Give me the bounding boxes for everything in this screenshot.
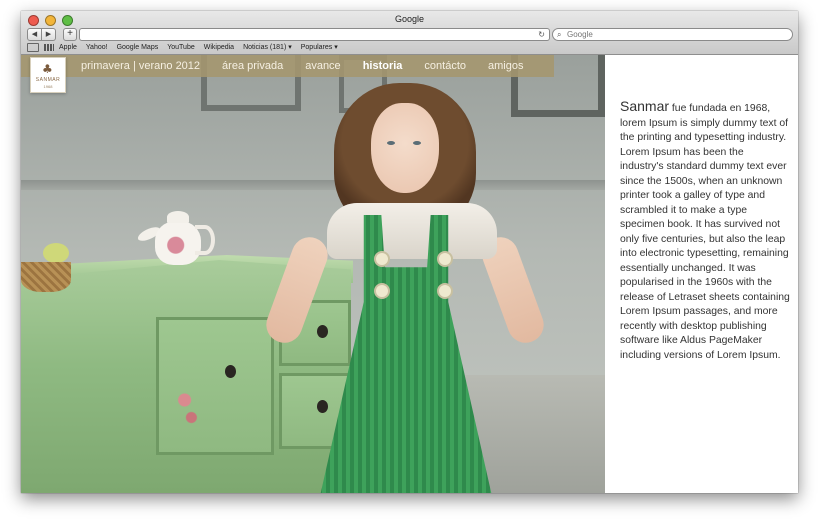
- wicker-basket: [21, 262, 71, 292]
- history-buttons: ◀ ▶: [27, 28, 56, 41]
- top-sites-grid-icon[interactable]: [44, 43, 54, 51]
- bookmarks-bar: Apple Yahoo! Google Maps YouTube Wikiped…: [27, 42, 347, 52]
- back-arrow-icon: ◀: [31, 31, 38, 38]
- dress-button: [374, 251, 390, 267]
- bookmarks-book-icon[interactable]: [27, 42, 39, 52]
- dresser-drawer: [156, 317, 274, 455]
- menu-item-area-privada[interactable]: área privada: [222, 60, 283, 72]
- brand-name: Sanmar: [620, 98, 670, 114]
- search-field[interactable]: ⌕: [552, 28, 793, 41]
- menu-item-amigos[interactable]: amigos: [488, 60, 523, 72]
- address-bar[interactable]: ↻: [79, 28, 550, 41]
- site-logo[interactable]: ♣ SANMAR 1968: [30, 57, 66, 93]
- bookmark-item[interactable]: Yahoo!: [86, 44, 108, 51]
- menu-item-primavera-verano[interactable]: primavera | verano 2012: [81, 60, 200, 72]
- logo-brand: SANMAR: [35, 77, 61, 83]
- search-input[interactable]: [567, 29, 777, 40]
- add-bookmark-button[interactable]: +: [63, 28, 77, 41]
- teapot: [136, 205, 215, 269]
- history-body: fue fundada en 1968, lorem Ipsum is simp…: [620, 103, 790, 361]
- logo-year: 1968: [43, 84, 53, 89]
- toy-chick: [43, 243, 69, 263]
- drawer-knob: [225, 365, 236, 378]
- drawer-knob: [317, 325, 328, 338]
- bookmark-item[interactable]: Apple: [59, 44, 77, 51]
- girl-blouse: [327, 203, 497, 259]
- web-content: primavera | verano 2012 área privada ava…: [21, 55, 798, 493]
- dress-button: [437, 251, 453, 267]
- site-navigation: primavera | verano 2012 área privada ava…: [21, 55, 554, 77]
- forward-arrow-icon: ▶: [45, 31, 52, 38]
- forward-button[interactable]: ▶: [42, 28, 56, 41]
- bookmark-item[interactable]: Noticias (181) ▾: [243, 43, 292, 51]
- browser-titlebar: Google ◀ ▶ + ↻ ⌕ Apple Yahoo! Google Map…: [21, 11, 798, 55]
- bookmark-item[interactable]: Populares ▾: [301, 43, 338, 51]
- girl-face: [371, 103, 439, 193]
- hero-photo: primavera | verano 2012 área privada ava…: [21, 55, 605, 493]
- bookmark-item[interactable]: YouTube: [167, 44, 195, 51]
- back-button[interactable]: ◀: [27, 28, 42, 41]
- dress-button: [437, 283, 453, 299]
- site-menu: primavera | verano 2012 área privada ava…: [81, 55, 545, 77]
- reload-icon[interactable]: ↻: [538, 29, 545, 40]
- menu-item-historia[interactable]: historia: [363, 60, 403, 72]
- plus-icon: +: [67, 28, 73, 39]
- menu-item-contacto[interactable]: contácto: [424, 60, 466, 72]
- window-title: Google: [394, 14, 425, 24]
- search-icon: ⌕: [557, 30, 562, 39]
- cherry-logo-icon: ♣: [42, 62, 53, 76]
- history-text-panel: Sanmar fue fundada en 1968, lorem Ipsum …: [605, 55, 798, 493]
- painted-flowers: [171, 380, 205, 430]
- history-paragraph: Sanmar fue fundada en 1968, lorem Ipsum …: [620, 99, 790, 363]
- bookmark-item[interactable]: Wikipedia: [204, 44, 234, 51]
- dress-button: [374, 283, 390, 299]
- drawer-knob: [317, 400, 328, 413]
- menu-item-avance[interactable]: avance: [305, 60, 340, 72]
- wall-molding: [21, 180, 605, 190]
- bookmark-item[interactable]: Google Maps: [117, 44, 159, 51]
- browser-window: Google ◀ ▶ + ↻ ⌕ Apple Yahoo! Google Map…: [21, 11, 798, 493]
